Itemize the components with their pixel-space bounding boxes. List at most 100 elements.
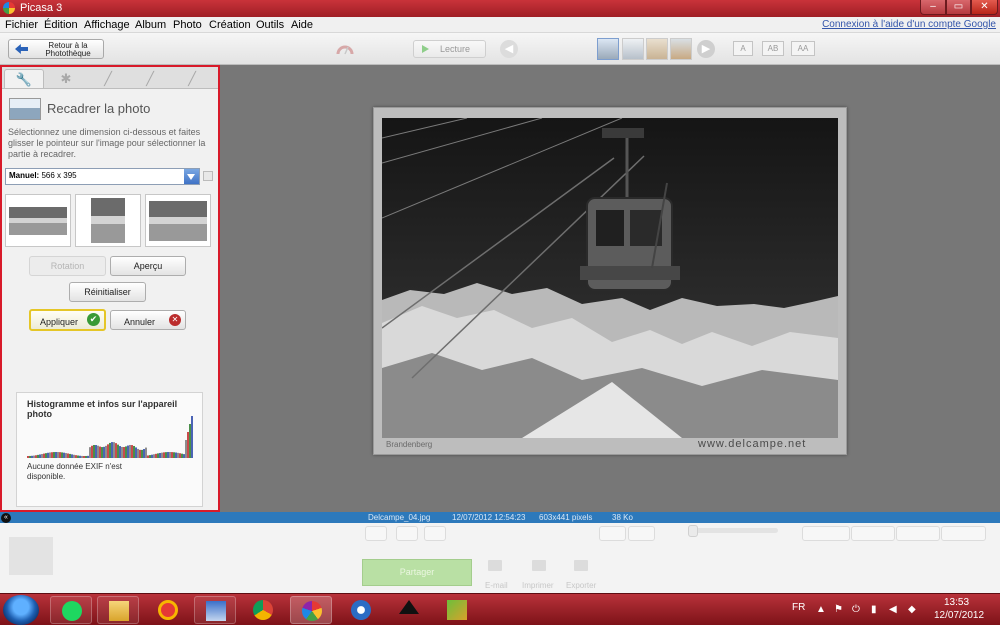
apply-button[interactable]: Appliquer ✔ xyxy=(29,309,106,331)
taskbar-media-app[interactable] xyxy=(436,596,478,624)
rotation-button[interactable]: Rotation xyxy=(29,256,106,276)
zoom-slider[interactable] xyxy=(688,528,778,533)
filmstrip-thumb[interactable] xyxy=(622,38,644,60)
maximize-button[interactable]: ▭ xyxy=(946,0,971,15)
tab-basic-fixes[interactable]: 🔧 xyxy=(4,69,44,88)
tab-effects-3[interactable]: ╱ xyxy=(172,69,212,88)
histogram-bar xyxy=(133,445,135,458)
export-button[interactable]: Exporter xyxy=(566,581,596,590)
histogram-bar xyxy=(93,444,95,458)
sun-icon: ✱ xyxy=(60,71,72,86)
tab-effects[interactable]: ╱ xyxy=(88,69,128,88)
histogram-bar xyxy=(49,452,51,458)
next-arrow-icon[interactable]: ▶ xyxy=(697,40,715,58)
tab-tuning[interactable]: ✱ xyxy=(46,69,86,88)
menu-edition[interactable]: Édition xyxy=(44,19,78,31)
cancel-button[interactable]: Annuler ✕ xyxy=(110,310,186,330)
start-button[interactable] xyxy=(3,595,39,625)
email-button[interactable]: E-mail xyxy=(485,581,508,590)
volume-icon[interactable]: ◀ xyxy=(889,604,897,615)
rotate-left-icon[interactable] xyxy=(396,526,418,541)
language-indicator[interactable]: FR xyxy=(792,602,805,613)
network-signal-icon[interactable]: ▮ xyxy=(871,604,877,615)
filmstrip-thumb[interactable] xyxy=(670,38,692,60)
star-icon[interactable] xyxy=(365,526,387,541)
collapse-tray-button[interactable]: « xyxy=(1,513,11,523)
menu-photo[interactable]: Photo xyxy=(173,19,202,31)
taskbar-thunderbird[interactable] xyxy=(340,596,382,624)
print-button[interactable]: Imprimer xyxy=(522,581,554,590)
histogram-bar xyxy=(129,444,131,458)
dropbox-icon[interactable]: ◆ xyxy=(908,604,916,615)
crop-size-select[interactable]: Manuel: 566 x 395 xyxy=(5,168,200,185)
crop-size-value: Manuel: 566 x 395 xyxy=(9,171,77,180)
google-signin-link[interactable]: Connexion à l'aide d'un compte Google xyxy=(822,19,996,30)
exif-note: Aucune donnée EXIF n'est disponible. xyxy=(27,462,122,481)
histogram-bar xyxy=(185,440,187,458)
brush-two-icon: ╱ xyxy=(146,71,154,86)
close-button[interactable]: ✕ xyxy=(971,0,998,15)
back-arrow-icon xyxy=(15,44,28,54)
crop-photo-icon xyxy=(9,98,41,120)
clock-date[interactable]: 12/07/2012 xyxy=(934,610,984,621)
taskbar-file-explorer[interactable] xyxy=(97,596,139,624)
menu-album[interactable]: Album xyxy=(135,19,166,31)
screen-icon xyxy=(206,601,226,621)
people-icon[interactable] xyxy=(802,526,850,541)
rotate-right-icon[interactable] xyxy=(424,526,446,541)
tag-icon[interactable] xyxy=(896,526,940,541)
taskbar-picasa[interactable] xyxy=(290,596,332,624)
slideshow-play-button[interactable]: Lecture xyxy=(413,40,486,58)
power-icon[interactable]: ⏻ xyxy=(852,604,860,615)
menu-creation[interactable]: Création xyxy=(209,19,251,31)
share-button[interactable]: Partager xyxy=(362,559,472,586)
histogram-bar xyxy=(31,455,33,458)
picasa-icon xyxy=(302,601,322,621)
grid-view-icon[interactable] xyxy=(628,526,655,541)
histogram-bar xyxy=(189,424,191,458)
action-center-flag-icon[interactable]: ⚑ xyxy=(834,604,843,615)
font-size-small-button[interactable]: A xyxy=(733,41,753,56)
minimize-button[interactable]: – xyxy=(920,0,946,15)
panel-description: Sélectionnez une dimension ci-dessous et… xyxy=(8,127,206,159)
crop-preset-1[interactable] xyxy=(5,194,71,247)
tab-effects-2[interactable]: ╱ xyxy=(130,69,170,88)
menu-fichier[interactable]: Fichier xyxy=(5,19,38,31)
menu-outils[interactable]: Outils xyxy=(256,19,284,31)
crop-preset-2[interactable] xyxy=(75,194,141,247)
histogram-bar xyxy=(169,452,171,458)
clock-time[interactable]: 13:53 xyxy=(944,597,969,608)
preview-button[interactable]: Aperçu xyxy=(110,256,186,276)
info-icon[interactable] xyxy=(941,526,986,541)
postcard-frame[interactable]: Brandenberg www.delcampe.net xyxy=(373,107,847,455)
show-hidden-icons-icon[interactable]: ▲ xyxy=(816,604,826,615)
gauge-icon[interactable] xyxy=(336,41,354,57)
photo-image[interactable] xyxy=(382,118,838,438)
taskbar-headphones[interactable] xyxy=(147,596,189,624)
crop-orientation-toggle[interactable] xyxy=(203,171,213,181)
map-pin-icon[interactable] xyxy=(851,526,895,541)
taskbar-spotify[interactable] xyxy=(50,596,92,624)
chevron-down-icon[interactable] xyxy=(184,169,199,184)
reset-button[interactable]: Réinitialiser xyxy=(69,282,146,302)
photo-view: Brandenberg www.delcampe.net xyxy=(220,65,1000,512)
menu-affichage[interactable]: Affichage xyxy=(84,19,130,31)
filmstrip-thumb-current[interactable] xyxy=(597,38,619,60)
filmstrip-thumb[interactable] xyxy=(646,38,668,60)
tray-thumbnail[interactable] xyxy=(9,537,53,575)
histogram-bar xyxy=(179,453,181,458)
zoom-slider-handle[interactable] xyxy=(688,525,698,537)
font-size-medium-button[interactable]: AB xyxy=(762,41,784,56)
histogram-bar xyxy=(127,445,129,458)
previous-arrow-icon[interactable]: ◀ xyxy=(500,40,518,58)
font-size-large-button[interactable]: AA xyxy=(791,41,815,56)
list-view-icon[interactable] xyxy=(599,526,626,541)
histogram-bar xyxy=(181,453,183,458)
taskbar-chrome[interactable] xyxy=(242,596,284,624)
crop-preset-3[interactable] xyxy=(145,194,211,247)
taskbar-screen-capture[interactable] xyxy=(194,596,236,624)
taskbar-inkscape[interactable] xyxy=(388,596,430,624)
histogram-bar xyxy=(123,447,125,458)
menu-aide[interactable]: Aide xyxy=(291,19,313,31)
back-to-library-button[interactable]: Retour à la Photothèque xyxy=(8,39,104,59)
